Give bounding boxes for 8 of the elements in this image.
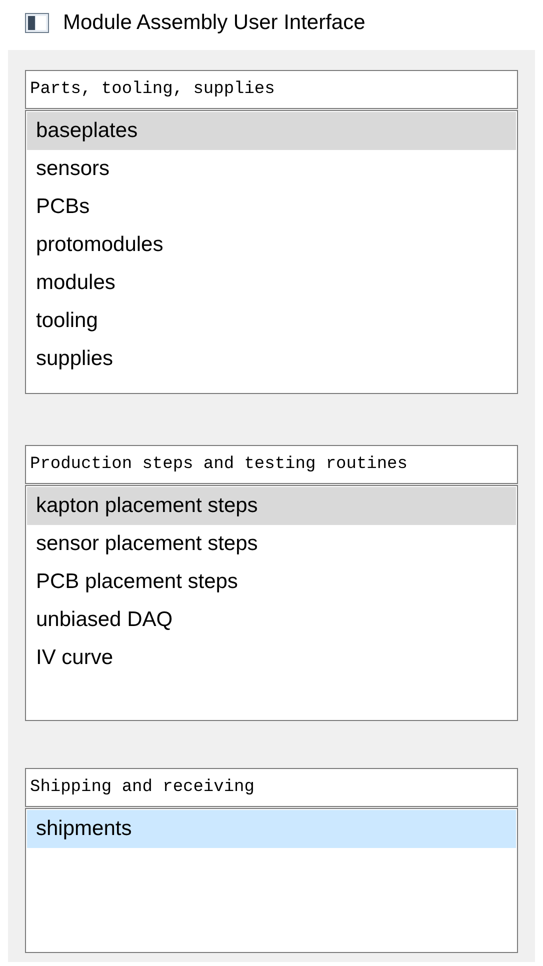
section-heading: Production steps and testing routines — [25, 445, 518, 484]
list-item[interactable]: baseplates — [27, 112, 516, 150]
list-item[interactable]: shipments — [27, 810, 516, 848]
section-heading: Parts, tooling, supplies — [25, 70, 518, 109]
window-title: Module Assembly User Interface — [63, 10, 366, 36]
app-icon — [25, 12, 49, 32]
section-heading: Shipping and receiving — [25, 768, 518, 807]
list-item[interactable]: kapton placement steps — [27, 487, 516, 525]
